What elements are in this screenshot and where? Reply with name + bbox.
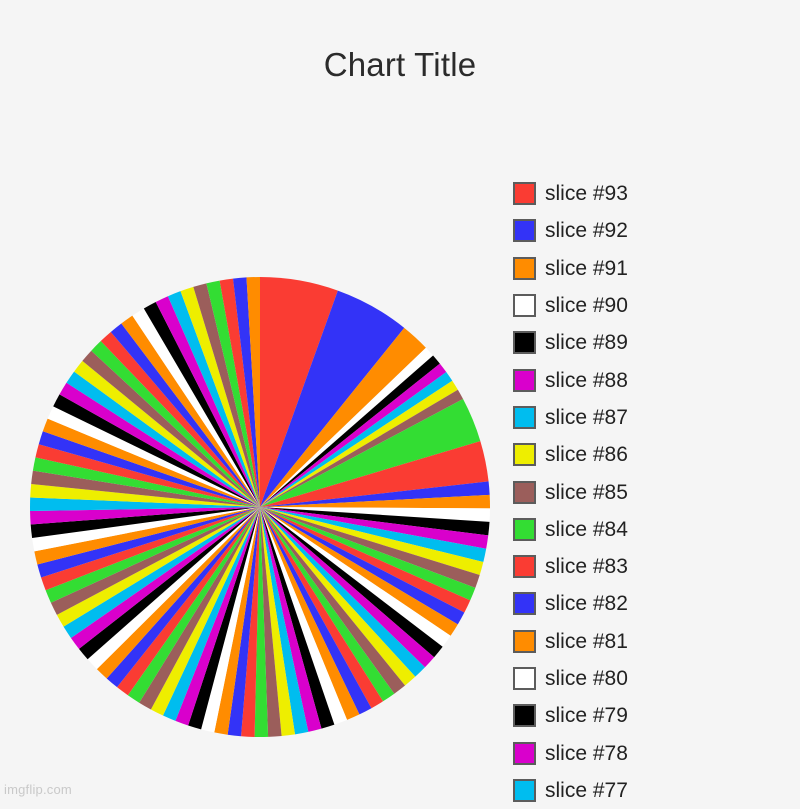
legend-color-swatch (513, 294, 536, 318)
legend-item[interactable]: slice #86 (513, 436, 800, 473)
legend-item[interactable]: slice #92 (513, 212, 800, 249)
legend-item[interactable]: slice #81 (513, 623, 800, 660)
imgflip-watermark: imgflip.com (4, 782, 72, 797)
legend-color-swatch (513, 741, 536, 765)
legend-item-label: slice #83 (545, 555, 628, 579)
legend-color-swatch (513, 592, 536, 616)
legend-item-label: slice #84 (545, 517, 628, 541)
pie-slice-group (30, 277, 491, 738)
legend-item[interactable]: slice #79 (513, 697, 800, 734)
legend-item-label: slice #78 (545, 741, 628, 765)
legend-item[interactable]: slice #87 (513, 399, 800, 436)
legend-item-label: slice #87 (545, 405, 628, 429)
legend-item[interactable]: slice #78 (513, 734, 800, 771)
legend-item-label: slice #85 (545, 480, 628, 504)
legend-item[interactable]: slice #80 (513, 660, 800, 697)
legend-item-label: slice #82 (545, 592, 628, 616)
legend-item[interactable]: slice #88 (513, 361, 800, 398)
legend-item-label: slice #86 (545, 443, 628, 467)
legend-color-swatch (513, 182, 536, 206)
legend-item[interactable]: slice #77 (513, 772, 800, 809)
legend-item[interactable]: slice #83 (513, 548, 800, 585)
legend-item[interactable]: slice #82 (513, 585, 800, 622)
legend-item[interactable]: slice #84 (513, 511, 800, 548)
legend-color-swatch (513, 778, 536, 802)
legend-item[interactable]: slice #85 (513, 473, 800, 510)
legend-item-label: slice #90 (545, 294, 628, 318)
legend-color-swatch (513, 368, 536, 392)
legend-color-swatch (513, 256, 536, 280)
legend-color-swatch (513, 331, 536, 355)
legend-item-label: slice #91 (545, 256, 628, 280)
pie-chart-figure: Chart Title slice #93 slice #92 slice #91 s… (0, 0, 800, 802)
chart-legend: slice #93 slice #92 slice #91 slice #90 slic… (513, 175, 800, 809)
legend-item-label: slice #80 (545, 667, 628, 690)
legend-item-label: slice #77 (545, 778, 628, 802)
legend-item-label: slice #79 (545, 704, 628, 728)
legend-color-swatch (513, 629, 536, 653)
legend-color-swatch (513, 219, 536, 243)
legend-color-swatch (513, 443, 536, 467)
legend-color-swatch (513, 405, 536, 429)
legend-item-label: slice #88 (545, 368, 628, 392)
legend-item-label: slice #92 (545, 219, 628, 243)
legend-item[interactable]: slice #89 (513, 324, 800, 361)
legend-color-swatch (513, 704, 536, 728)
legend-item-label: slice #81 (545, 629, 628, 653)
legend-color-swatch (513, 667, 536, 690)
legend-item[interactable]: slice #90 (513, 287, 800, 324)
legend-item-label: slice #89 (545, 331, 628, 355)
legend-color-swatch (513, 517, 536, 541)
legend-item[interactable]: slice #93 (513, 175, 800, 212)
legend-item-label: slice #93 (545, 182, 628, 206)
legend-color-swatch (513, 480, 536, 504)
legend-color-swatch (513, 555, 536, 579)
legend-item[interactable]: slice #91 (513, 250, 800, 287)
